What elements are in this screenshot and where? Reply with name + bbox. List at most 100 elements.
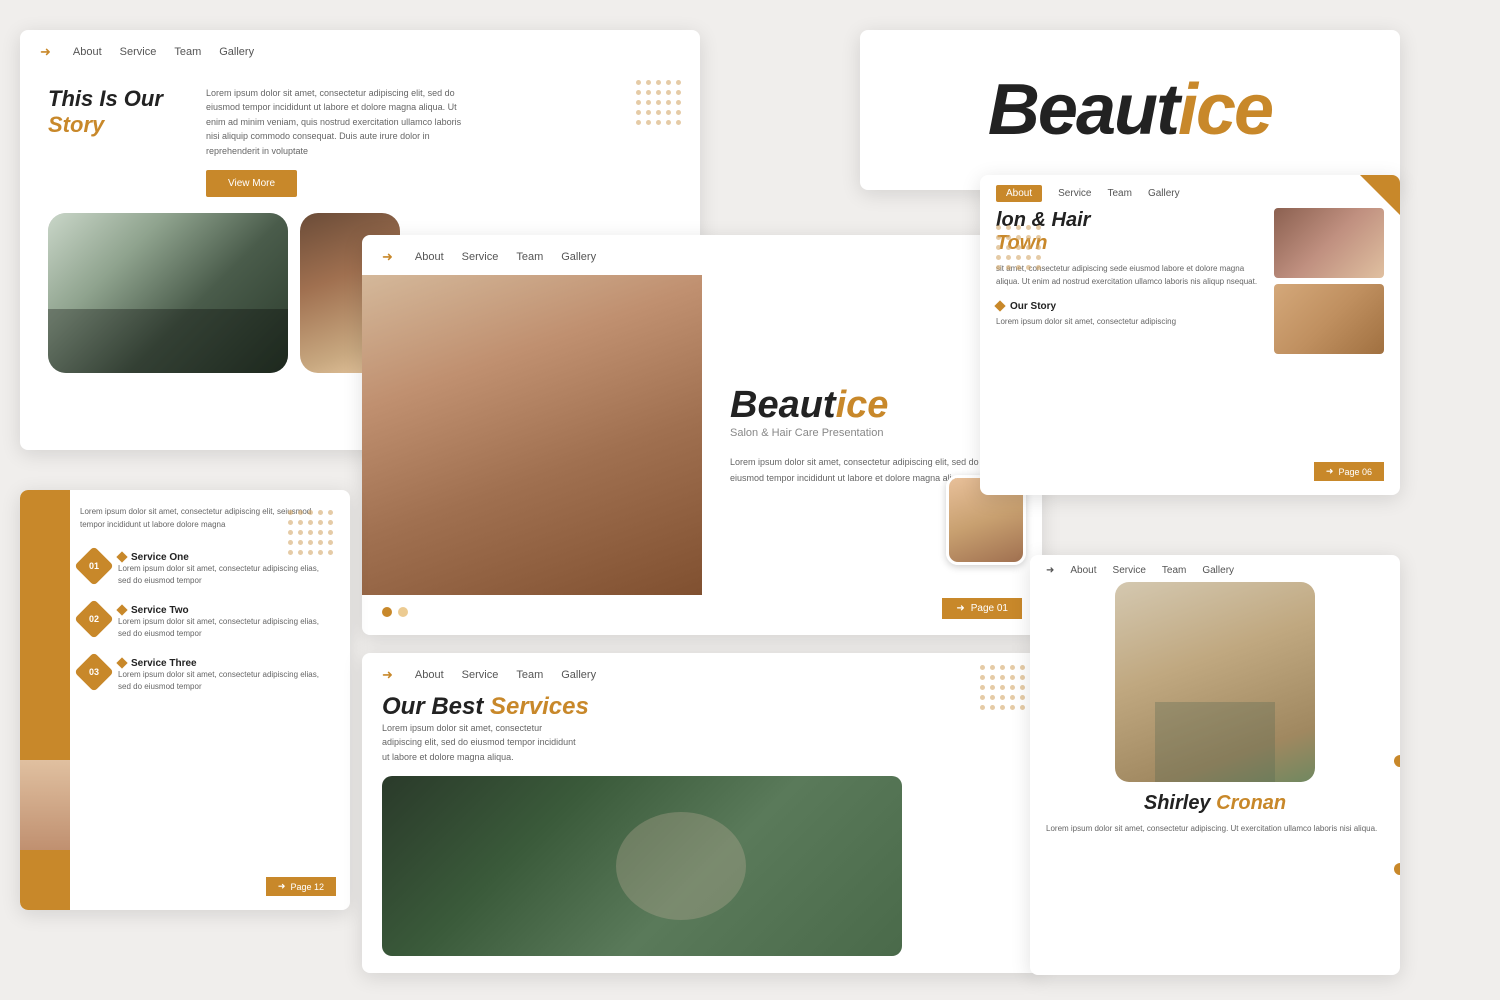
slide-logo: Beautice [860, 30, 1400, 190]
nav-about[interactable]: About [73, 46, 102, 58]
nav-service[interactable]: Service [120, 46, 157, 58]
hair-wavy-bg [1274, 284, 1384, 354]
service-item-1: 01 Service One Lorem ipsum dolor sit ame… [80, 552, 334, 587]
decorative-dots [636, 80, 682, 126]
slide4-body: lon & Hair Town sit amet, consectetur ad… [980, 208, 1400, 354]
nav-about-s7[interactable]: About [1070, 565, 1096, 576]
story-badge: Our Story [996, 301, 1264, 312]
slide1-title-block: This Is Our Story [48, 86, 178, 197]
salon-services-bg [382, 776, 902, 956]
gold-dot-accent-right [1394, 755, 1400, 767]
slide3-page-number: ➜ Page 01 [942, 598, 1022, 619]
slide6-text-block: Our Best Services Lorem ipsum dolor sit … [382, 693, 589, 764]
slide6-body-text: Lorem ipsum dolor sit amet, consectetur … [382, 721, 582, 764]
corner-decoration [1360, 175, 1400, 215]
slide1-content: This Is Our Story Lorem ipsum dolor sit … [20, 70, 700, 213]
slide1-body-block: Lorem ipsum dolor sit amet, consectetur … [206, 86, 466, 197]
service-num-2: 02 [74, 599, 114, 639]
nav-team-s6[interactable]: Team [516, 669, 543, 681]
slide-hero: ➜ About Service Team Gallery Beautice Sa… [362, 235, 1042, 635]
slide1-nav: ➜ About Service Team Gallery [20, 30, 700, 70]
person-thumb-bg [20, 760, 70, 850]
two-dots-decoration [382, 607, 408, 617]
team-portrait-image [1115, 582, 1315, 782]
person-thumbnail [20, 760, 70, 850]
page-num-label-s5: Page 12 [290, 882, 324, 892]
nav-gallery-s4[interactable]: Gallery [1148, 188, 1180, 199]
service-title-2: Service Two [118, 605, 334, 616]
slide-services-list: Lorem ipsum dolor sit amet, consectetur … [20, 490, 350, 910]
slide4-page-number: ➜ Page 06 [1314, 462, 1384, 481]
hero-logo-p1: Beaut [730, 384, 836, 426]
dot-2 [398, 607, 408, 617]
hero-content-block: Beautice Salon & Hair Care Presentation … [362, 275, 1042, 595]
decorative-dots-s4 [996, 225, 1042, 271]
hero-logo-p2: ice [836, 384, 889, 426]
nav-arrow-s7: ➜ [1046, 565, 1054, 576]
service-diamond-3 [116, 657, 127, 668]
slide3-nav: ➜ About Service Team Gallery [362, 235, 1042, 275]
hero-hairdresser-image [362, 275, 702, 595]
dot-grid-s4 [996, 225, 1042, 271]
service-num-1: 01 [74, 546, 114, 586]
nav-service-s3[interactable]: Service [462, 251, 499, 263]
slide6-body: Our Best Services Lorem ipsum dolor sit … [362, 693, 1042, 776]
nav-about-s3[interactable]: About [415, 251, 444, 263]
nav-about-s6[interactable]: About [415, 669, 444, 681]
salon-services-image [382, 776, 902, 956]
story-text: Lorem ipsum dolor sit amet, consectetur … [996, 316, 1264, 328]
nav-arrow-s6: ➜ [382, 667, 393, 683]
service-item-2: 02 Service Two Lorem ipsum dolor sit ame… [80, 605, 334, 640]
slide6-title-p1: Our Best [382, 693, 490, 720]
service-text-3: Lorem ipsum dolor sit amet, consectetur … [118, 669, 334, 693]
service-diamond-2 [116, 604, 127, 615]
dot-grid-s6 [980, 665, 1026, 711]
team-member-bio: Lorem ipsum dolor sit amet, consectetur … [1030, 823, 1400, 836]
nav-gallery-s6[interactable]: Gallery [561, 669, 596, 681]
nav-arrow-icon: ➜ [40, 44, 51, 60]
service-info-1: Service One Lorem ipsum dolor sit amet, … [118, 552, 334, 587]
page-arrow-icon: ➜ [956, 603, 964, 614]
dot-1 [382, 607, 392, 617]
slide-team-member: ➜ About Service Team Gallery Shirley Cro… [1030, 555, 1400, 975]
page-num-label: Page 01 [971, 603, 1008, 614]
slide6-nav: ➜ About Service Team Gallery [362, 653, 1042, 693]
nav-gallery-s7[interactable]: Gallery [1202, 565, 1234, 576]
page-num-label-s4: Page 06 [1338, 467, 1372, 477]
slide1-body: Lorem ipsum dolor sit amet, consectetur … [206, 86, 466, 158]
nav-team[interactable]: Team [174, 46, 201, 58]
story-label: Our Story [1010, 301, 1056, 312]
logo-p2: ice [1178, 70, 1272, 150]
nav-service-s4[interactable]: Service [1058, 188, 1091, 199]
view-more-button[interactable]: View More [206, 170, 297, 197]
team-member-name: Shirley Cronan [1030, 792, 1400, 815]
nav-service-s7[interactable]: Service [1113, 565, 1146, 576]
service-text-1: Lorem ipsum dolor sit amet, consectetur … [118, 563, 334, 587]
service-info-3: Service Three Lorem ipsum dolor sit amet… [118, 658, 334, 693]
page-arrow-s5: ➜ [278, 881, 286, 892]
slide4-images [1274, 208, 1384, 354]
hero-tagline: Salon & Hair Care Presentation [730, 427, 1014, 439]
hair-wavy-image [1274, 284, 1384, 354]
decorative-dots-s6 [980, 665, 1026, 711]
slide1-title-sub: Story [48, 112, 178, 138]
slide4-nav: About Service Team Gallery [980, 175, 1400, 208]
service-item-3: 03 Service Three Lorem ipsum dolor sit a… [80, 658, 334, 693]
hair-brush-image [1274, 208, 1384, 278]
slide-hair-town: About Service Team Gallery lon & Hair To… [980, 175, 1400, 495]
nav-arrow-icon-s3: ➜ [382, 249, 393, 265]
nav-gallery-s3[interactable]: Gallery [561, 251, 596, 263]
service-info-2: Service Two Lorem ipsum dolor sit amet, … [118, 605, 334, 640]
nav-service-s6[interactable]: Service [462, 669, 499, 681]
dot-grid-s5 [288, 510, 334, 556]
hairdresser-bg [362, 275, 702, 595]
nav-team-s4[interactable]: Team [1108, 188, 1132, 199]
slide1-title-main: This Is Our [48, 86, 178, 112]
nav-team-s3[interactable]: Team [516, 251, 543, 263]
slide6-title-p2: Services [490, 693, 589, 720]
service-title-3: Service Three [118, 658, 334, 669]
hair-brush-bg [1274, 208, 1384, 278]
nav-about-active-s4[interactable]: About [996, 185, 1042, 202]
nav-team-s7[interactable]: Team [1162, 565, 1186, 576]
nav-gallery[interactable]: Gallery [219, 46, 254, 58]
